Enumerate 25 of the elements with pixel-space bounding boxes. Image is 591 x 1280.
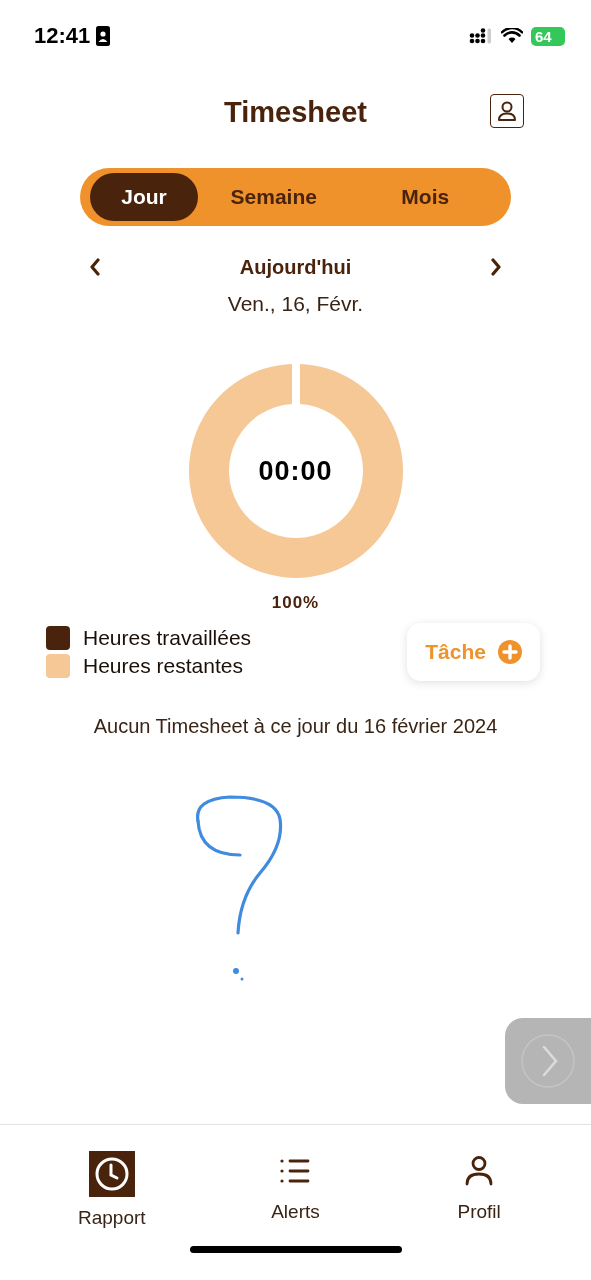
contact-card-icon bbox=[96, 26, 111, 46]
empty-message: Aucun Timesheet à ce jour du 16 février 2024 bbox=[92, 715, 499, 738]
nav-tab[interactable]: Rapport bbox=[51, 1151, 172, 1234]
legend-label: Heures travaillées bbox=[83, 626, 252, 650]
time-total: 00:00 bbox=[258, 455, 333, 487]
signal-icon bbox=[469, 28, 493, 44]
date-label: Ven., 16, Févr. bbox=[226, 292, 365, 316]
person-icon bbox=[496, 100, 518, 122]
wifi-icon bbox=[501, 28, 523, 44]
percent-label: 100% bbox=[270, 593, 321, 613]
date-title: Aujourd'hui bbox=[239, 255, 352, 279]
chevron-right-icon[interactable] bbox=[489, 258, 503, 276]
page-title: Timesheet bbox=[224, 95, 367, 129]
period-tab[interactable]: Mois bbox=[349, 173, 501, 221]
period-tab[interactable]: Jour bbox=[90, 173, 198, 221]
status-time: 12:41 bbox=[34, 23, 91, 49]
profile-button[interactable] bbox=[490, 94, 524, 128]
nav-tab[interactable]: Profil bbox=[419, 1151, 540, 1234]
chevron-left-icon[interactable] bbox=[88, 258, 102, 276]
period-tab[interactable]: Semaine bbox=[198, 173, 350, 221]
battery-icon: 64 bbox=[531, 26, 565, 46]
nav-tab[interactable]: Alerts bbox=[235, 1151, 356, 1234]
plus-icon bbox=[498, 640, 522, 664]
legend-label: Heures restantes bbox=[83, 654, 243, 678]
chevron-right-icon bbox=[520, 1033, 576, 1089]
